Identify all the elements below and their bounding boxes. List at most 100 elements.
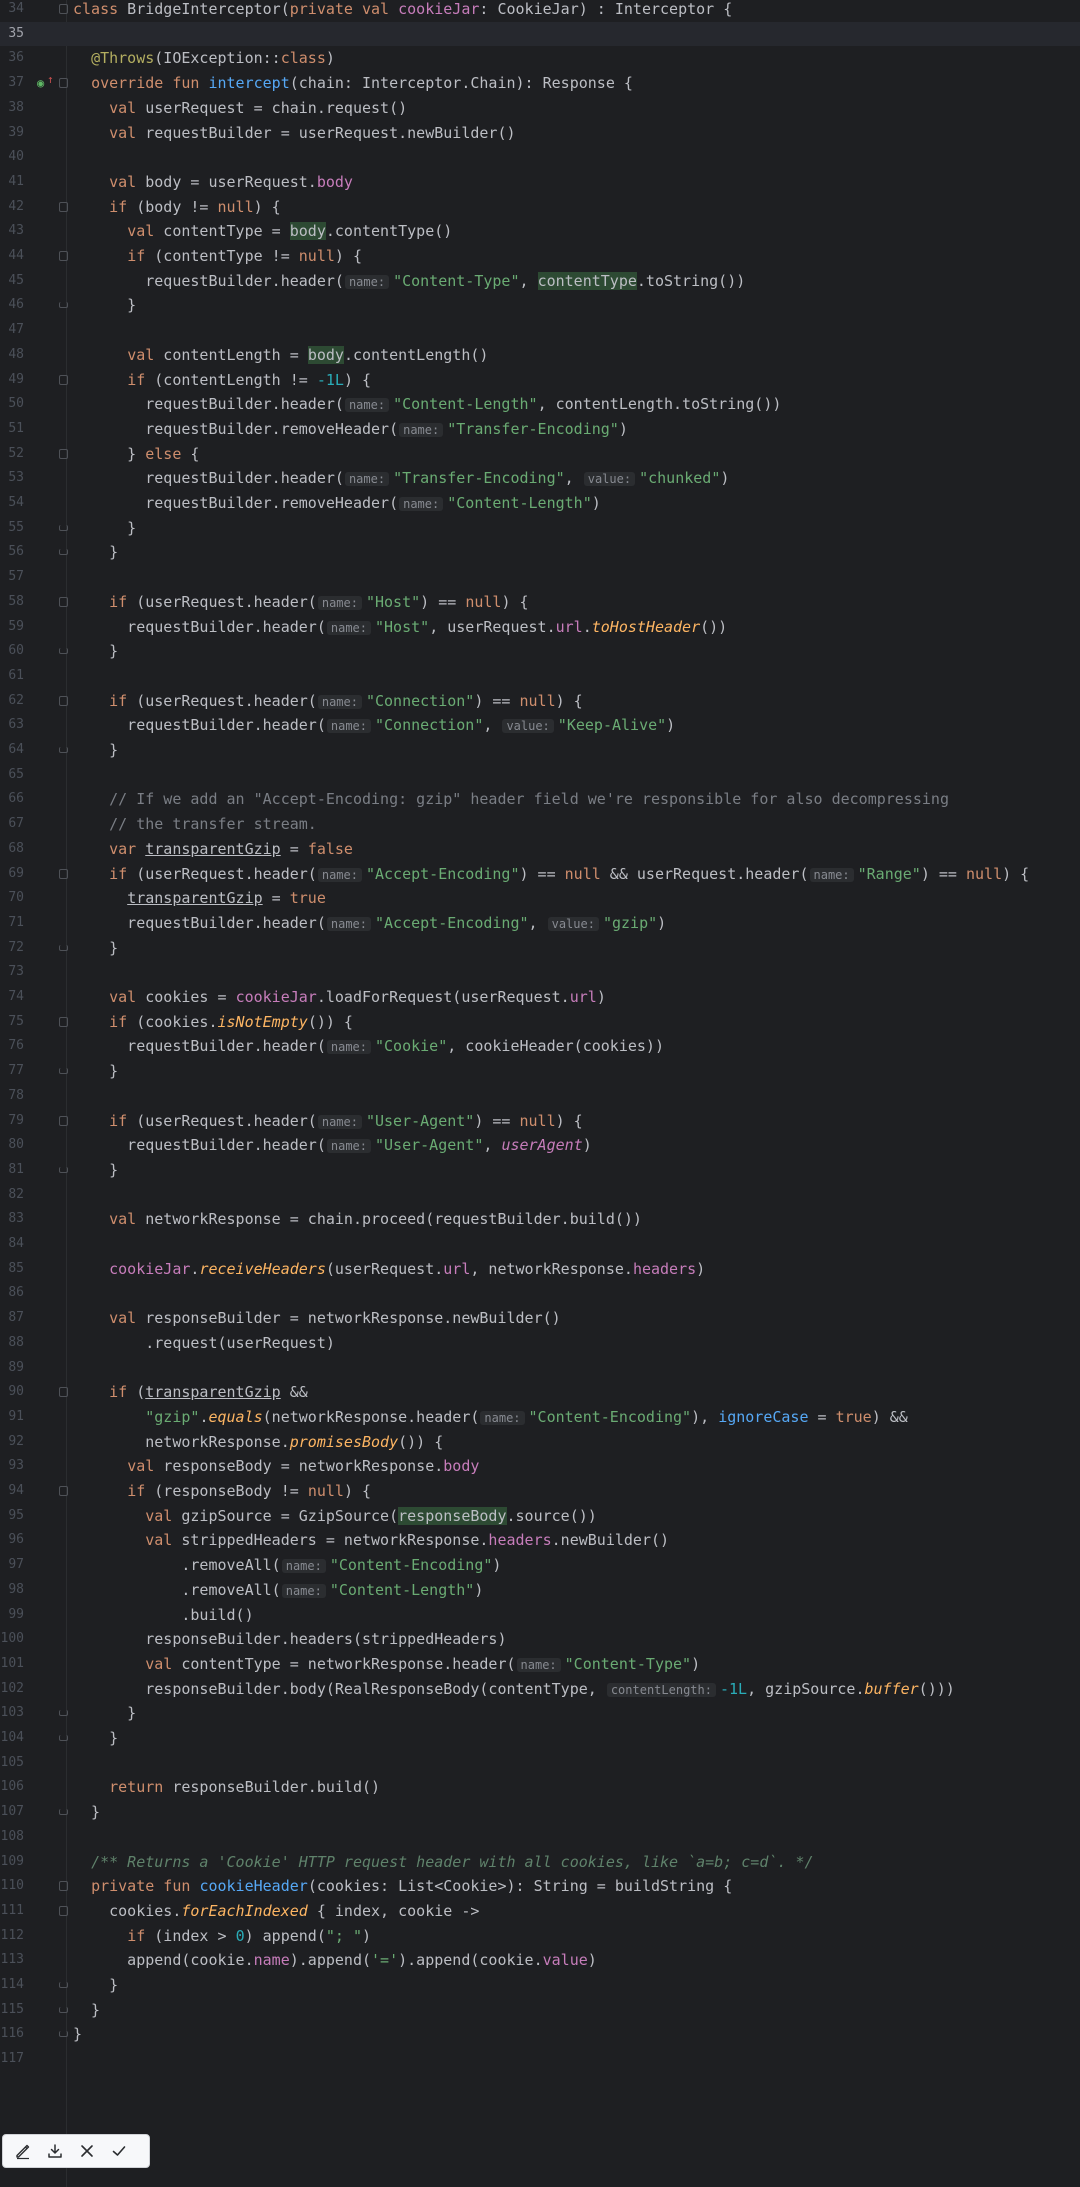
fold-toggle-icon[interactable] — [59, 1809, 68, 1816]
code-text[interactable]: } — [73, 1800, 100, 1825]
code-text[interactable]: } — [73, 2022, 82, 2047]
fold-toggle-icon[interactable] — [59, 1115, 68, 1126]
code-text[interactable]: } — [73, 738, 118, 763]
code-line[interactable]: 106 return responseBuilder.build() — [0, 1775, 1080, 1800]
fold-toggle-icon[interactable] — [59, 1735, 68, 1741]
code-line[interactable]: 108 — [0, 1825, 1080, 1850]
code-text[interactable]: val cookies = cookieJar.loadForRequest(u… — [73, 985, 606, 1010]
code-text[interactable]: requestBuilder.removeHeader(name: "Conten… — [73, 491, 601, 517]
code-line[interactable]: 39 val requestBuilder = userRequest.newB… — [0, 121, 1080, 146]
code-text[interactable]: .request(userRequest) — [73, 1331, 335, 1356]
code-text[interactable]: transparentGzip = true — [73, 886, 326, 911]
code-line[interactable]: 78 — [0, 1084, 1080, 1109]
code-text[interactable]: } — [73, 1973, 118, 1998]
code-text[interactable]: requestBuilder.header(name: "Accept-Encod… — [73, 911, 666, 937]
fold-toggle-icon[interactable] — [59, 1166, 68, 1173]
code-line[interactable]: 89 — [0, 1356, 1080, 1381]
fold-toggle-icon[interactable] — [59, 695, 68, 706]
code-text[interactable]: } else { — [73, 442, 199, 467]
code-text[interactable]: val responseBody = networkResponse.body — [73, 1454, 479, 1479]
code-line[interactable]: 71 requestBuilder.header(name: "Accept-En… — [0, 911, 1080, 936]
code-line[interactable]: 70 transparentGzip = true — [0, 886, 1080, 911]
code-line[interactable]: 94 if (responseBody != null) { — [0, 1479, 1080, 1504]
code-line[interactable]: 73 — [0, 960, 1080, 985]
code-line[interactable]: 51 requestBuilder.removeHeader(name: "Tra… — [0, 417, 1080, 442]
code-line[interactable]: 85 cookieJar.receiveHeaders(userRequest.… — [0, 1257, 1080, 1282]
code-line[interactable]: 50 requestBuilder.header(name: "Content-L… — [0, 392, 1080, 417]
code-line[interactable]: 81 } — [0, 1158, 1080, 1183]
fold-toggle-icon[interactable] — [59, 868, 68, 879]
code-line[interactable]: 77 } — [0, 1059, 1080, 1084]
code-text[interactable]: if (userRequest.header(name: "Host") == n… — [73, 590, 528, 616]
code-text[interactable]: "gzip".equals(networkResponse.header(nam… — [73, 1405, 908, 1431]
code-editor[interactable]: 34 class BridgeInterceptor(private val co… — [0, 0, 1080, 2187]
code-line[interactable]: 96 val strippedHeaders = networkResponse… — [0, 1528, 1080, 1553]
code-text[interactable]: return responseBuilder.build() — [73, 1775, 380, 1800]
code-line[interactable]: 36 @Throws(IOException::class) — [0, 46, 1080, 71]
code-text[interactable]: // the transfer stream. — [73, 812, 317, 837]
code-line[interactable]: 59 requestBuilder.header(name: "Host", us… — [0, 615, 1080, 640]
code-text[interactable]: @Throws(IOException::class) — [73, 46, 335, 71]
code-text[interactable]: if (contentLength != -1L) { — [73, 368, 371, 393]
code-line[interactable]: 101 val contentType = networkResponse.he… — [0, 1652, 1080, 1677]
code-text[interactable]: } — [73, 639, 118, 664]
code-text[interactable]: } — [73, 1998, 100, 2023]
override-marker-icon[interactable]: ◉ — [37, 77, 44, 89]
code-line[interactable]: 53 requestBuilder.header(name: "Transfer-… — [0, 466, 1080, 491]
code-line[interactable]: 65 — [0, 763, 1080, 788]
code-text[interactable]: if (responseBody != null) { — [73, 1479, 371, 1504]
fold-toggle-icon[interactable] — [59, 1905, 68, 1916]
download-button[interactable] — [41, 2137, 69, 2165]
code-text[interactable]: } — [73, 1059, 118, 1084]
fold-toggle-icon[interactable] — [59, 1710, 68, 1717]
code-text[interactable]: if (userRequest.header(name: "User-Agent"… — [73, 1109, 583, 1135]
code-line[interactable]: 46 } — [0, 293, 1080, 318]
implements-arrow-icon[interactable]: ↑ — [47, 74, 54, 85]
fold-toggle-icon[interactable] — [59, 251, 68, 261]
code-line[interactable]: 37 ◉ ↑ override fun intercept(chain: Inter… — [0, 71, 1080, 96]
code-line[interactable]: 38 val userRequest = chain.request() — [0, 96, 1080, 121]
code-line[interactable]: 58 if (userRequest.header(name: "Host") =… — [0, 590, 1080, 615]
code-text[interactable]: if (body != null) { — [73, 195, 281, 220]
code-line[interactable]: 90 if (transparentGzip && — [0, 1380, 1080, 1405]
code-line[interactable]: 95 val gzipSource = GzipSource(responseB… — [0, 1504, 1080, 1529]
edit-button[interactable] — [9, 2137, 37, 2165]
fold-toggle-icon[interactable] — [59, 1881, 68, 1892]
code-text[interactable]: requestBuilder.removeHeader(name: "Transf… — [73, 417, 628, 443]
code-line[interactable]: 104 } — [0, 1726, 1080, 1751]
code-text[interactable]: if (cookies.isNotEmpty()) { — [73, 1010, 353, 1035]
fold-toggle-icon[interactable] — [59, 1016, 68, 1027]
code-line[interactable]: 74 val cookies = cookieJar.loadForReques… — [0, 985, 1080, 1010]
code-text[interactable]: val contentLength = body.contentLength() — [73, 343, 488, 368]
code-text[interactable]: val requestBuilder = userRequest.newBuil… — [73, 121, 515, 146]
code-text[interactable]: class BridgeInterceptor(private val cook… — [73, 0, 732, 22]
code-text[interactable]: // If we add an "Accept-Encoding: gzip" … — [73, 787, 949, 812]
fold-toggle-icon[interactable] — [59, 1387, 68, 1398]
fold-toggle-icon[interactable] — [59, 648, 68, 655]
code-text[interactable]: val contentType = networkResponse.header… — [73, 1652, 700, 1678]
code-text[interactable]: responseBuilder.headers(strippedHeaders) — [73, 1627, 506, 1652]
fold-toggle-icon[interactable] — [59, 78, 68, 89]
code-line[interactable]: 63 requestBuilder.header(name: "Connectio… — [0, 713, 1080, 738]
code-text[interactable]: if (index > 0) append("; ") — [73, 1924, 371, 1949]
code-line[interactable]: 111 cookies.forEachIndexed { index, cook… — [0, 1899, 1080, 1924]
code-text[interactable]: requestBuilder.header(name: "User-Agent",… — [73, 1133, 592, 1159]
fold-toggle-icon[interactable] — [59, 2006, 68, 2013]
code-line[interactable]: 55 } — [0, 516, 1080, 541]
code-line[interactable]: 83 val networkResponse = chain.proceed(r… — [0, 1207, 1080, 1232]
code-text[interactable]: .build() — [73, 1603, 253, 1628]
code-text[interactable]: val networkResponse = chain.proceed(requ… — [73, 1207, 642, 1232]
code-text[interactable]: requestBuilder.header(name: "Transfer-Enc… — [73, 466, 729, 492]
code-text[interactable]: .removeAll(name: "Content-Length") — [73, 1578, 483, 1604]
code-text[interactable]: val body = userRequest.body — [73, 170, 353, 195]
code-line[interactable]: 42 if (body != null) { — [0, 195, 1080, 220]
code-line[interactable]: 115 } — [0, 1998, 1080, 2023]
code-line[interactable]: 109 /** Returns a 'Cookie' HTTP request … — [0, 1850, 1080, 1875]
code-line[interactable]: 103 } — [0, 1701, 1080, 1726]
code-text[interactable]: requestBuilder.header(name: "Cookie", coo… — [73, 1034, 664, 1060]
code-line[interactable]: 47 — [0, 318, 1080, 343]
code-line[interactable]: 87 val responseBuilder = networkResponse… — [0, 1306, 1080, 1331]
code-line[interactable]: 62 if (userRequest.header(name: "Connecti… — [0, 689, 1080, 714]
fold-toggle-icon[interactable] — [59, 302, 68, 309]
code-line[interactable]: 113 append(cookie.name).append('=').appe… — [0, 1948, 1080, 1973]
